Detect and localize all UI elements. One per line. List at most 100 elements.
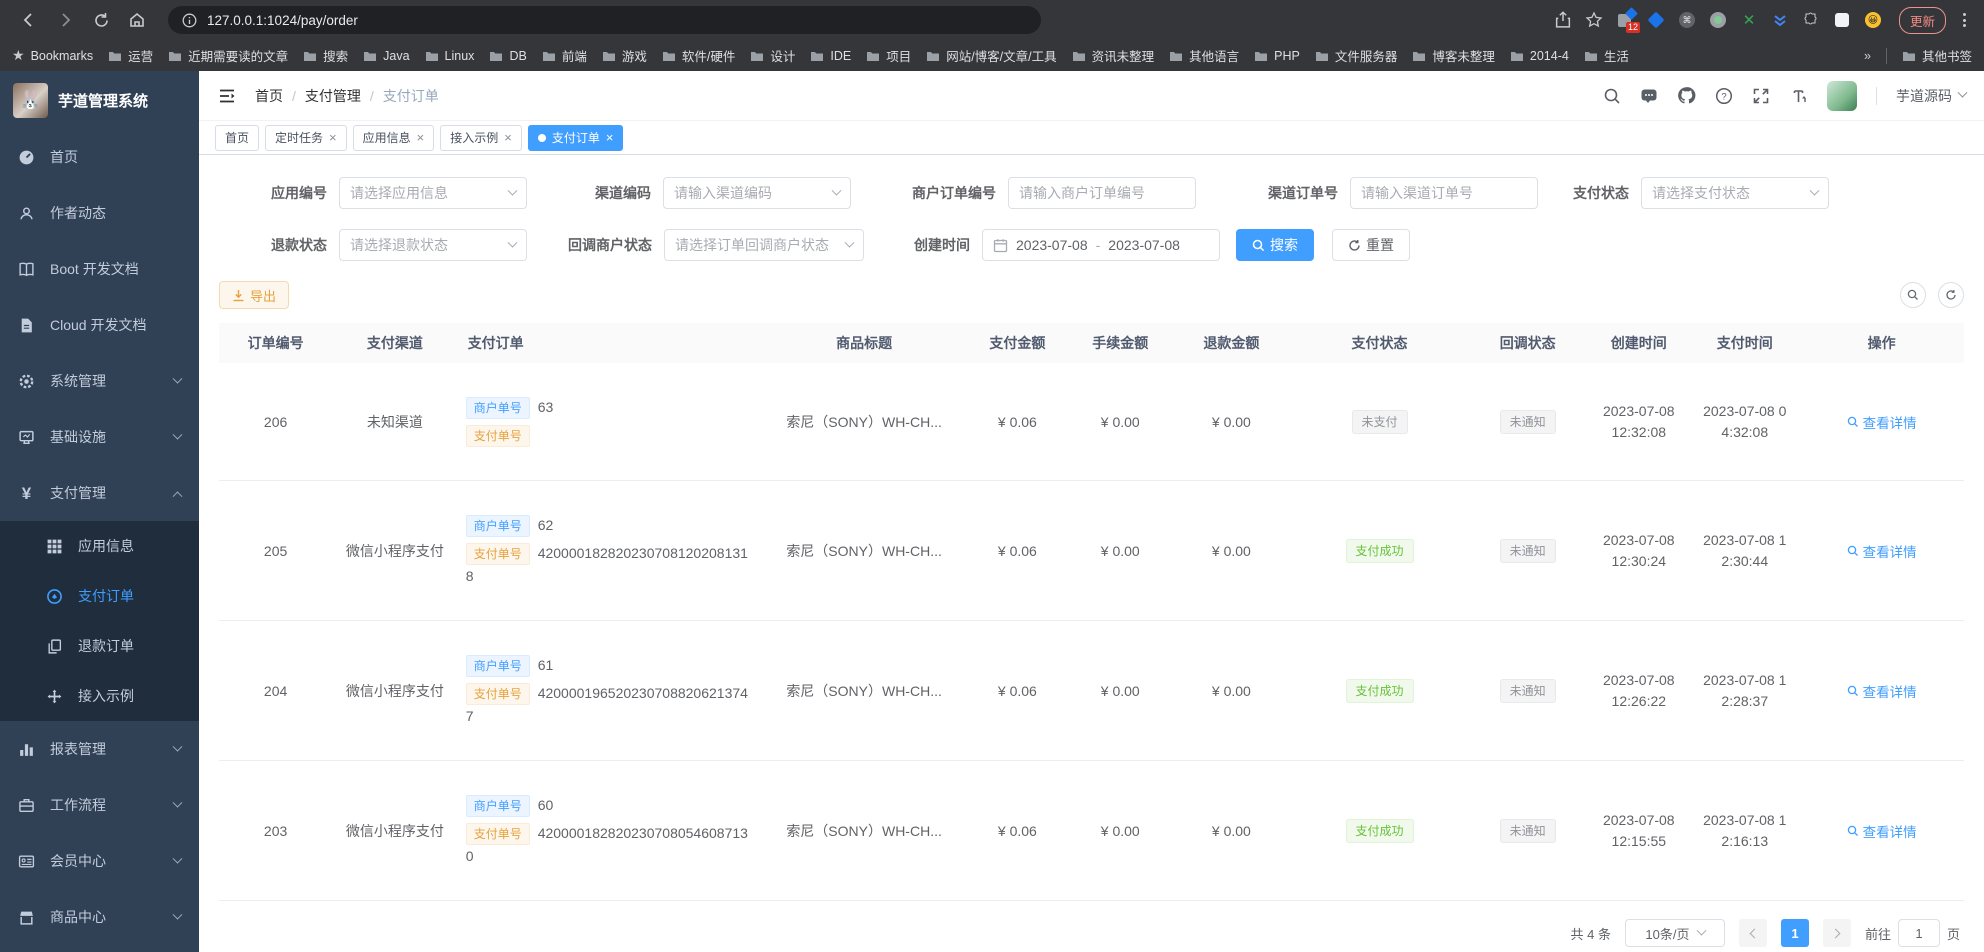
tab-demo[interactable]: 接入示例 × xyxy=(440,124,522,151)
bookmark-folder[interactable]: 文件服务器 xyxy=(1315,46,1397,65)
close-icon[interactable]: × xyxy=(606,131,614,144)
next-page-button[interactable] xyxy=(1822,919,1851,947)
extension-icon-gem[interactable] xyxy=(1647,11,1665,29)
bookmark-folder[interactable]: Linux xyxy=(425,49,474,63)
breadcrumb-home[interactable]: 首页 xyxy=(255,86,283,106)
app-id-select[interactable] xyxy=(339,177,527,209)
fullscreen-icon[interactable] xyxy=(1752,87,1770,105)
view-detail-link[interactable]: 查看详情 xyxy=(1847,681,1917,701)
back-icon[interactable] xyxy=(14,5,44,35)
refund-status-select[interactable] xyxy=(339,229,527,261)
search-button[interactable]: 搜索 xyxy=(1236,229,1314,261)
bookmark-folder[interactable]: 近期需要读的文章 xyxy=(168,46,288,65)
bookmark-folder[interactable]: DB xyxy=(489,49,527,63)
notify-status-select[interactable] xyxy=(664,229,864,261)
close-icon[interactable]: × xyxy=(329,131,337,144)
address-bar[interactable]: 127.0.0.1:1024/pay/order xyxy=(168,6,1041,34)
tab-scheduled-jobs[interactable]: 定时任务 × xyxy=(265,124,347,151)
view-detail-link[interactable]: 查看详情 xyxy=(1847,821,1917,841)
tab-home[interactable]: 首页 xyxy=(215,124,260,151)
close-icon[interactable]: × xyxy=(417,131,425,144)
sidebar-item-reports[interactable]: 报表管理 xyxy=(0,721,199,777)
sidebar-item-boot-docs[interactable]: Boot 开发文档 xyxy=(0,241,199,297)
bookmark-folder[interactable]: 游戏 xyxy=(602,46,647,65)
bookmark-folder[interactable]: 资讯未整理 xyxy=(1072,46,1154,65)
collapse-sidebar-icon[interactable] xyxy=(217,86,237,106)
create-time-range-picker[interactable]: 2023-07-08 - 2023-07-08 xyxy=(982,229,1220,261)
sidebar-item-product[interactable]: 商品中心 xyxy=(0,889,199,945)
site-info-icon[interactable] xyxy=(182,13,197,28)
sidebar-item-infrastructure[interactable]: 基础设施 xyxy=(0,409,199,465)
extension-icon-chevrons[interactable] xyxy=(1771,11,1789,29)
bookmark-folder[interactable]: 其他语言 xyxy=(1169,46,1239,65)
prev-page-button[interactable] xyxy=(1738,919,1767,947)
merchant-order-no-input[interactable] xyxy=(1008,177,1196,209)
sidebar-item-workflow[interactable]: 工作流程 xyxy=(0,777,199,833)
refresh-table-button[interactable] xyxy=(1938,282,1964,308)
font-size-icon[interactable] xyxy=(1789,87,1808,105)
extension-icon-command[interactable]: ⌘ xyxy=(1678,11,1696,29)
sidebar-item-payment[interactable]: ¥ 支付管理 xyxy=(0,465,199,521)
tab-pay-order[interactable]: 支付订单 × xyxy=(527,124,624,151)
profile-avatar-icon[interactable]: 😀 xyxy=(1864,11,1882,29)
sidebar-item-refund-order[interactable]: 退款订单 xyxy=(0,621,199,671)
share-icon[interactable] xyxy=(1554,11,1572,29)
sidebar-item-home[interactable]: 首页 xyxy=(0,129,199,185)
channel-code-select[interactable] xyxy=(663,177,851,209)
bookmark-folder[interactable]: 网站/博客/文章/工具 xyxy=(926,46,1057,65)
home-icon[interactable] xyxy=(122,5,152,35)
bookmark-folder[interactable]: 生活 xyxy=(1584,46,1629,65)
user-menu[interactable]: 芋道源码 xyxy=(1896,86,1968,106)
app-logo[interactable]: 🐰 芋道管理系统 xyxy=(0,71,199,129)
bookmark-folder[interactable]: 运营 xyxy=(108,46,153,65)
sidebar-item-app-info[interactable]: 应用信息 xyxy=(0,521,199,571)
sidebar-item-author[interactable]: 作者动态 xyxy=(0,185,199,241)
extensions-puzzle-icon[interactable] xyxy=(1802,11,1820,29)
sidebar-item-demo[interactable]: 接入示例 xyxy=(0,671,199,721)
bookmark-folder[interactable]: 软件/硬件 xyxy=(662,46,735,65)
message-icon[interactable] xyxy=(1640,87,1658,105)
tab-app-info[interactable]: 应用信息 × xyxy=(352,124,435,151)
chrome-update-button[interactable]: 更新 xyxy=(1898,6,1946,34)
bookmark-folder[interactable]: 博客未整理 xyxy=(1412,46,1495,65)
view-detail-link[interactable]: 查看详情 xyxy=(1847,541,1917,561)
search-icon[interactable] xyxy=(1603,87,1621,105)
bookmarks-overflow-icon[interactable]: » xyxy=(1864,49,1871,63)
reload-icon[interactable] xyxy=(86,5,116,35)
goto-page-input[interactable] xyxy=(1897,919,1940,947)
close-icon[interactable]: × xyxy=(504,131,512,144)
chrome-menu-icon[interactable] xyxy=(1959,13,1970,27)
reset-button[interactable]: 重置 xyxy=(1332,229,1410,261)
toggle-search-button[interactable] xyxy=(1900,282,1926,308)
help-icon[interactable]: ? xyxy=(1715,87,1733,105)
pay-status-select[interactable] xyxy=(1641,177,1829,209)
breadcrumb-pay[interactable]: 支付管理 xyxy=(305,86,361,106)
sidebar-item-system[interactable]: 系统管理 xyxy=(0,353,199,409)
other-bookmarks[interactable]: 其他书签 xyxy=(1902,46,1972,65)
forward-icon[interactable] xyxy=(50,5,80,35)
extension-icon-blocks[interactable]: 12 xyxy=(1616,7,1640,33)
bookmark-folder[interactable]: 设计 xyxy=(750,46,795,65)
bookmark-folder[interactable]: PHP xyxy=(1254,49,1300,63)
view-detail-link[interactable]: 查看详情 xyxy=(1847,412,1917,432)
sidebar-item-cloud-docs[interactable]: Cloud 开发文档 xyxy=(0,297,199,353)
sidebar-item-pay-order[interactable]: 支付订单 xyxy=(0,571,199,621)
bookmark-folder[interactable]: 项目 xyxy=(866,46,911,65)
bookmark-folder[interactable]: 搜索 xyxy=(303,46,348,65)
extension-icon-blank[interactable] xyxy=(1833,11,1851,29)
extension-icon-xdebug[interactable]: ✕ xyxy=(1740,11,1758,29)
current-page[interactable]: 1 xyxy=(1780,919,1809,947)
sidebar-item-member[interactable]: 会员中心 xyxy=(0,833,199,889)
github-icon[interactable] xyxy=(1677,86,1696,105)
user-avatar[interactable] xyxy=(1827,80,1857,111)
bookmark-item[interactable]: ★ Bookmarks xyxy=(12,47,93,64)
page-size-select[interactable]: 10条/页 xyxy=(1624,919,1725,947)
bookmark-star-icon[interactable] xyxy=(1585,11,1603,29)
bookmark-folder[interactable]: IDE xyxy=(810,49,851,63)
extension-icon-green-dot[interactable] xyxy=(1709,11,1727,29)
bookmark-folder[interactable]: 2014-4 xyxy=(1510,49,1569,63)
bookmark-folder[interactable]: 前端 xyxy=(542,46,587,65)
export-button[interactable]: 导出 xyxy=(219,281,290,309)
bookmark-folder[interactable]: Java xyxy=(363,49,410,63)
channel-order-no-input[interactable] xyxy=(1350,177,1538,209)
